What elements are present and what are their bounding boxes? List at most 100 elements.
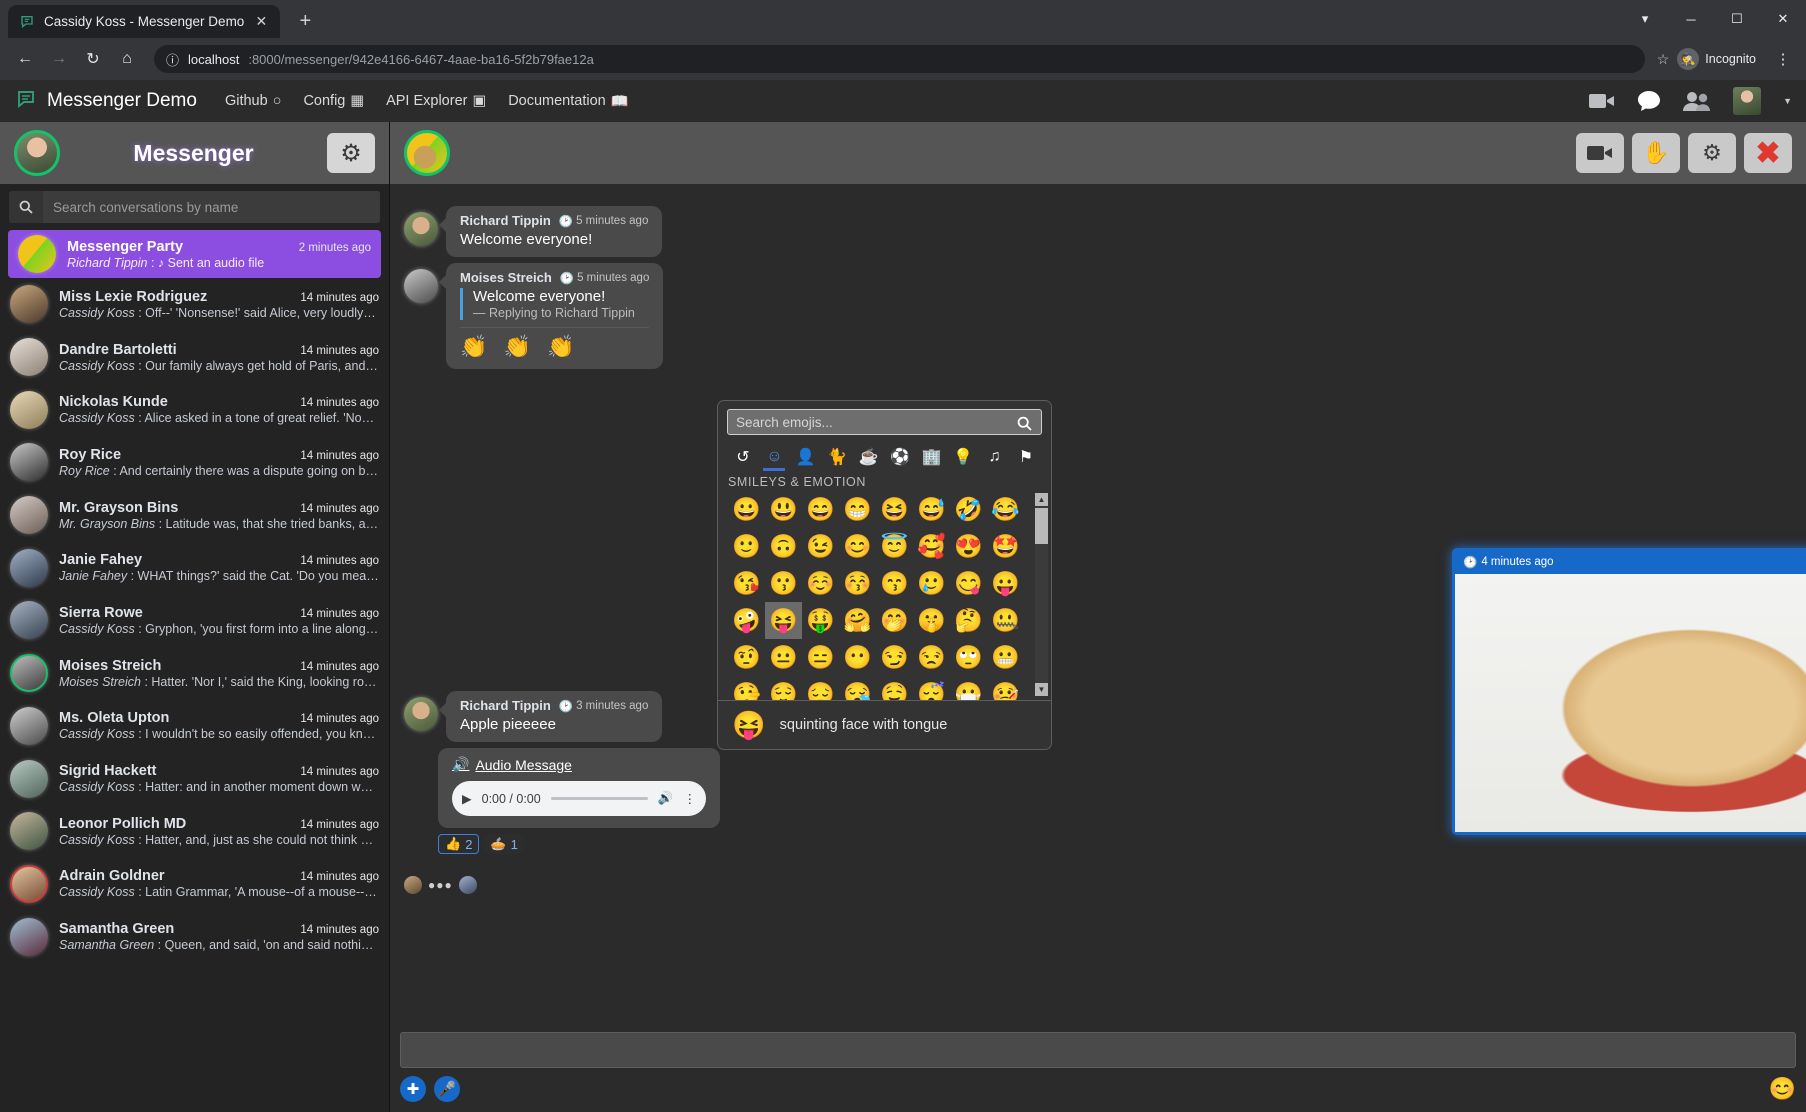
incognito-badge[interactable]: 🕵 Incognito [1673, 45, 1766, 73]
emoji-cell[interactable]: 😘 [728, 565, 765, 602]
avatar[interactable] [404, 269, 438, 303]
app-brand[interactable]: Messenger Demo [14, 89, 197, 113]
emoji-cell[interactable]: 😛 [987, 565, 1024, 602]
emoji-cell[interactable]: 😌 [765, 676, 802, 700]
emoji-cell[interactable]: 🤔 [950, 602, 987, 639]
conversation-item[interactable]: Dandre Bartoletti14 minutes agoCassidy K… [0, 331, 389, 384]
reload-icon[interactable]: ↻ [78, 44, 108, 74]
reaction-chip[interactable]: 👍 2 [438, 834, 479, 854]
address-bar[interactable]: ⓘ localhost:8000/messenger/942e4166-6467… [154, 45, 1645, 73]
food-tab-icon[interactable]: ☕ [856, 443, 882, 471]
conversation-item[interactable]: Messenger Party2 minutes agoRichard Tipp… [8, 230, 381, 278]
settings-button[interactable]: ⚙ [1688, 133, 1736, 173]
emoji-category-tabs[interactable]: ↺☺👤🐈☕⚽🏢💡♫⚑ [718, 441, 1051, 471]
symbols-tab-icon[interactable]: ♫ [982, 443, 1008, 471]
close-tab-icon[interactable]: ✕ [252, 13, 270, 31]
conversation-list[interactable]: Messenger Party2 minutes agoRichard Tipp… [0, 230, 389, 1112]
browser-menu-icon[interactable]: ⋮ [1770, 50, 1796, 68]
emoji-cell[interactable]: 😃 [765, 491, 802, 528]
conversation-item[interactable]: Janie Fahey14 minutes agoJanie Fahey : W… [0, 541, 389, 594]
conversation-item[interactable]: Moises Streich14 minutes agoMoises Strei… [0, 647, 389, 700]
flags-tab-icon[interactable]: ⚑ [1013, 443, 1039, 471]
emoji-cell[interactable]: 🥲 [913, 565, 950, 602]
search-icon[interactable] [1017, 416, 1032, 431]
emoji-cell[interactable]: 🤭 [876, 602, 913, 639]
volume-icon[interactable]: 🔊 [658, 791, 674, 806]
objects-tab-icon[interactable]: 💡 [950, 443, 976, 471]
emoji-cell[interactable]: 🤣 [950, 491, 987, 528]
emoji-cell[interactable]: 😒 [913, 639, 950, 676]
emoji-cell[interactable]: 🤤 [876, 676, 913, 700]
info-icon[interactable]: ⓘ [166, 50, 179, 69]
play-icon[interactable]: ▶ [462, 791, 472, 806]
emoji-cell[interactable]: 😷 [950, 676, 987, 700]
emoji-cell[interactable]: 😶 [839, 639, 876, 676]
emoji-cell[interactable]: 🙃 [765, 528, 802, 565]
message-input[interactable] [400, 1032, 1796, 1068]
record-audio-button[interactable]: 🎤 [434, 1076, 460, 1102]
people-tab-icon[interactable]: 👤 [793, 443, 819, 471]
emoji-button[interactable]: 😊 [1769, 1076, 1796, 1102]
window-close-button[interactable]: ✕ [1760, 0, 1806, 38]
conversation-item[interactable]: Nickolas Kunde14 minutes agoCassidy Koss… [0, 383, 389, 436]
emoji-cell[interactable]: 🤥 [728, 676, 765, 700]
avatar[interactable] [1733, 87, 1761, 115]
nav-link-github[interactable]: Github ○ [225, 93, 282, 109]
emoji-cell[interactable]: 😆 [876, 491, 913, 528]
emoji-cell[interactable]: 🙄 [950, 639, 987, 676]
emoji-cell[interactable]: 😋 [950, 565, 987, 602]
emoji-cell[interactable]: 😏 [876, 639, 913, 676]
emoji-cell[interactable]: 😁 [839, 491, 876, 528]
emoji-picker[interactable]: ↺☺👤🐈☕⚽🏢💡♫⚑ SMILEYS & EMOTION 😀😃😄😁😆😅🤣😂🙂🙃😉… [717, 400, 1052, 750]
scroll-up-icon[interactable]: ▲ [1035, 493, 1048, 506]
conversation-item[interactable]: Leonor Pollich MD14 minutes agoCassidy K… [0, 805, 389, 858]
scrollbar-thumb[interactable] [1035, 508, 1048, 544]
emoji-cell[interactable]: 😅 [913, 491, 950, 528]
back-icon[interactable]: ← [10, 44, 40, 74]
conversation-item[interactable]: Sigrid Hackett14 minutes agoCassidy Koss… [0, 752, 389, 805]
emoji-cell[interactable]: 🙂 [728, 528, 765, 565]
recent-tab-icon[interactable]: ↺ [730, 443, 756, 471]
browser-tab[interactable]: Cassidy Koss - Messenger Demo ✕ [8, 5, 280, 38]
conversation-item[interactable]: Roy Rice14 minutes agoRoy Rice : And cer… [0, 436, 389, 489]
emoji-cell[interactable]: 😄 [802, 491, 839, 528]
sync-caret-icon[interactable]: ▾ [1622, 0, 1668, 38]
emoji-grid-wrap[interactable]: SMILEYS & EMOTION 😀😃😄😁😆😅🤣😂🙂🙃😉😊😇🥰😍🤩😘😗☺️😚😙… [718, 471, 1051, 700]
emoji-cell[interactable]: 😇 [876, 528, 913, 565]
emoji-cell[interactable]: 🤨 [728, 639, 765, 676]
video-camera-icon[interactable] [1589, 92, 1615, 110]
travel-tab-icon[interactable]: 🏢 [919, 443, 945, 471]
audio-progress-bar[interactable] [551, 797, 648, 801]
emoji-cell[interactable]: 🤑 [802, 602, 839, 639]
audio-message-title[interactable]: 🔊 Audio Message [452, 756, 706, 773]
emoji-cell[interactable]: 😙 [876, 565, 913, 602]
chevron-down-icon[interactable]: ▼ [1783, 96, 1792, 106]
conversation-item[interactable]: Adrain Goldner14 minutes agoCassidy Koss… [0, 858, 389, 911]
search-input[interactable] [43, 191, 380, 223]
conversation-item[interactable]: Samantha Green14 minutes agoSamantha Gre… [0, 910, 389, 963]
maximize-button[interactable]: ☐ [1714, 0, 1760, 38]
emoji-cell[interactable]: 😔 [802, 676, 839, 700]
minimize-button[interactable]: ─ [1668, 0, 1714, 38]
emoji-cell[interactable]: 😬 [987, 639, 1024, 676]
emoji-cell[interactable]: 😍 [950, 528, 987, 565]
emoji-cell[interactable]: 😑 [802, 639, 839, 676]
emoji-cell[interactable]: 😚 [839, 565, 876, 602]
emoji-cell[interactable]: 😗 [765, 565, 802, 602]
conversation-item[interactable]: Ms. Oleta Upton14 minutes agoCassidy Kos… [0, 700, 389, 753]
emoji-cell[interactable]: 😀 [728, 491, 765, 528]
nav-link-api-explorer[interactable]: API Explorer ▣ [386, 93, 486, 109]
emoji-cell[interactable]: 😴 [913, 676, 950, 700]
close-button[interactable]: ✖ [1744, 133, 1792, 173]
conversation-item[interactable]: Sierra Rowe14 minutes agoCassidy Koss : … [0, 594, 389, 647]
new-tab-button[interactable]: + [290, 6, 320, 36]
emoji-cell[interactable]: 🤗 [839, 602, 876, 639]
emoji-cell[interactable]: 🤒 [987, 676, 1024, 700]
emoji-cell[interactable]: 😝 [765, 602, 802, 639]
conversation-avatar[interactable] [404, 130, 450, 176]
emoji-cell[interactable]: 🥰 [913, 528, 950, 565]
nav-link-documentation[interactable]: Documentation 📖 [508, 93, 629, 110]
kebab-icon[interactable]: ⋮ [684, 791, 697, 806]
audio-player[interactable]: ▶ 0:00 / 0:00 🔊 ⋮ [452, 781, 706, 816]
emoji-cell[interactable]: 😪 [839, 676, 876, 700]
